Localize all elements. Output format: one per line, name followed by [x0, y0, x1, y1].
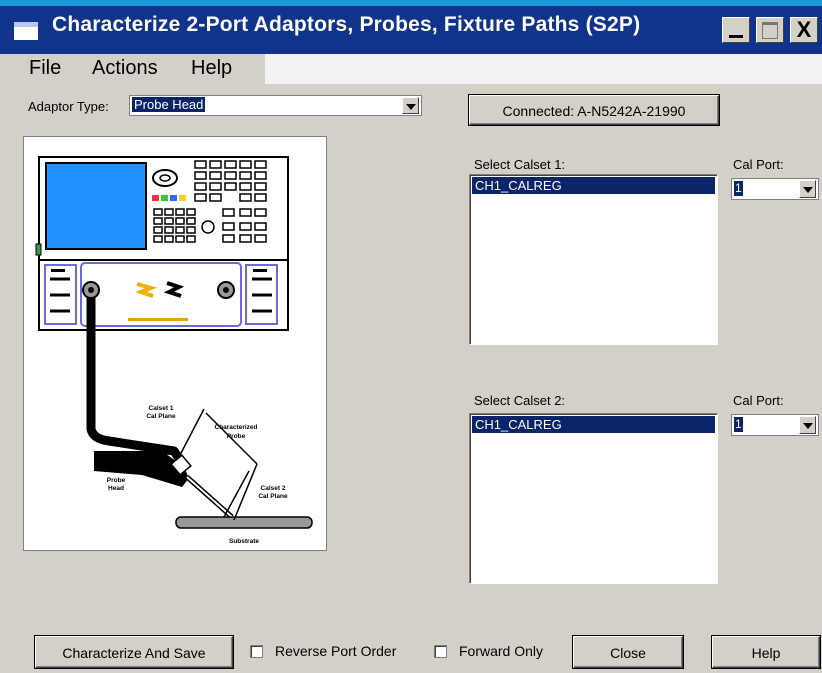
calset2-port-label: Cal Port: [733, 393, 784, 408]
calset2-listbox[interactable]: CH1_CALREG [469, 413, 718, 584]
calset2-label-line1: Calset 2 [261, 485, 286, 492]
select-calset2-label: Select Calset 2: [474, 393, 566, 408]
window-icon[interactable] [14, 22, 38, 40]
chevron-down-icon[interactable] [799, 416, 816, 434]
forward-only-label: Forward Only [459, 643, 544, 659]
dialog-window: Characterize 2-Port Adaptors, Probes, Fi… [0, 0, 822, 673]
adaptor-type-label: Adaptor Type: [28, 99, 109, 114]
window-title: Characterize 2-Port Adaptors, Probes, Fi… [52, 13, 641, 36]
calset1-label-line2: Cal Plane [146, 413, 176, 420]
characterize-and-save-button[interactable]: Characterize And Save [35, 636, 233, 668]
probe-head-label-line2: Head [108, 485, 124, 492]
characterized-label-line2: Probe [227, 433, 246, 440]
calset1-label-line1: Calset 1 [149, 405, 174, 412]
minimize-button[interactable] [722, 17, 750, 43]
menu-help[interactable]: Help [191, 57, 232, 80]
close-window-button[interactable]: X [790, 17, 818, 43]
calset2-port-value: 1 [734, 417, 743, 432]
calset1-listbox[interactable]: CH1_CALREG [469, 174, 718, 345]
chevron-down-icon[interactable] [799, 180, 816, 198]
calset2-label-line2: Cal Plane [258, 493, 288, 500]
characterized-label-line1: Characterized [215, 424, 258, 431]
select-calset1-label: Select Calset 1: [474, 157, 566, 172]
calset1-port-value: 1 [734, 181, 743, 196]
adaptor-type-dropdown[interactable]: Probe Head [129, 95, 422, 116]
menu-actions[interactable]: Actions [92, 57, 158, 80]
substrate-label: Substrate [229, 538, 259, 545]
reverse-port-order-checkbox[interactable] [250, 645, 263, 658]
calset2-list-item[interactable]: CH1_CALREG [472, 416, 715, 433]
probe-setup-diagram: Calset 1 Cal Plane Characterized Probe P… [23, 136, 327, 551]
chevron-down-icon[interactable] [402, 97, 419, 114]
menu-file[interactable]: File [29, 57, 61, 80]
probe-diagram-illustration: Calset 1 Cal Plane Characterized Probe P… [35, 156, 313, 545]
calset2-port-dropdown[interactable]: 1 [731, 414, 819, 436]
maximize-button[interactable] [756, 17, 784, 43]
adaptor-type-value: Probe Head [132, 97, 206, 112]
calset1-list-item[interactable]: CH1_CALREG [472, 177, 715, 194]
calset1-port-dropdown[interactable]: 1 [731, 178, 819, 200]
calset1-port-label: Cal Port: [733, 157, 784, 172]
title-bar[interactable]: Characterize 2-Port Adaptors, Probes, Fi… [0, 6, 822, 54]
forward-only-checkbox[interactable] [434, 645, 447, 658]
probe-head-label-line1: Probe [107, 477, 126, 484]
reverse-port-order-label: Reverse Port Order [275, 643, 397, 659]
connected-instrument-button[interactable]: Connected: A-N5242A-21990 [469, 95, 719, 125]
menu-bar-fill [265, 54, 822, 84]
close-button[interactable]: Close [573, 636, 683, 668]
help-button[interactable]: Help [712, 636, 820, 668]
